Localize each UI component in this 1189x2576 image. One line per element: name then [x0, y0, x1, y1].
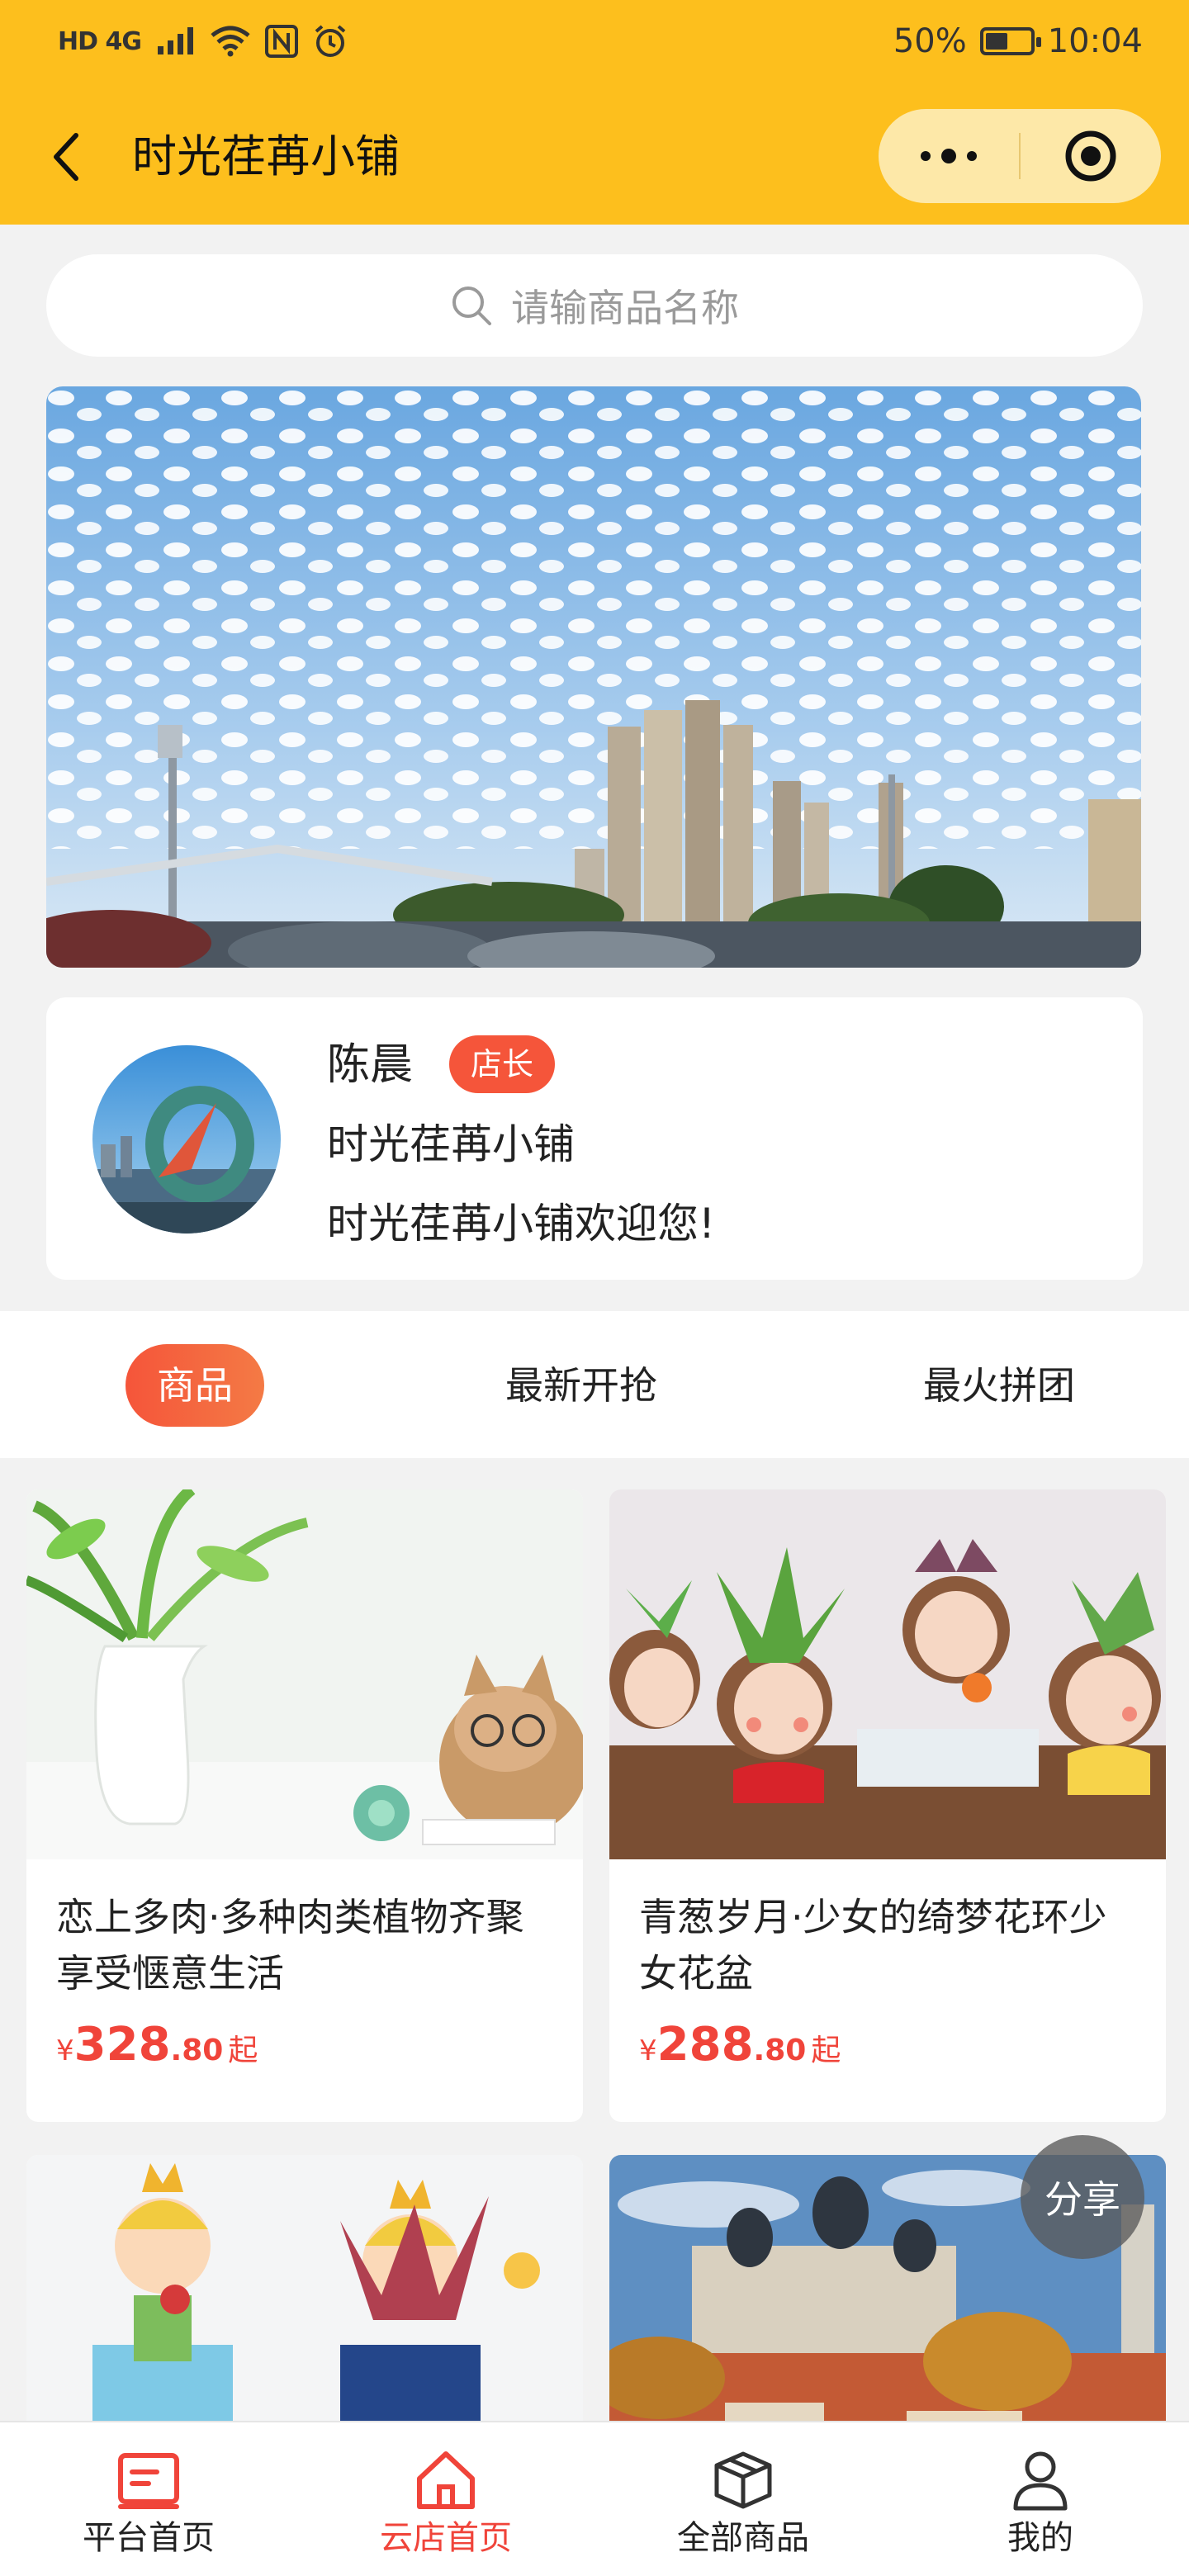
- user-icon: [1013, 2451, 1068, 2511]
- price-suffix: 起: [228, 2034, 258, 2067]
- product-price: ¥288.80 起: [639, 2018, 841, 2072]
- more-menu-button[interactable]: [879, 109, 1019, 203]
- wifi-icon: [211, 26, 250, 57]
- search-input[interactable]: 请输商品名称: [46, 254, 1143, 357]
- status-left: HD 4G: [58, 24, 348, 59]
- product-name: 青葱岁月·少女的绮梦花环少女花盆: [639, 1895, 1107, 1996]
- nfc-icon: [264, 25, 298, 58]
- price-decimal: .80: [170, 2034, 224, 2067]
- battery-percent: 50%: [893, 22, 967, 60]
- tab-hottest-group[interactable]: 最火拼团: [923, 1344, 1075, 1427]
- price-integer: 288: [656, 2018, 754, 2072]
- shop-welcome-text: 时光荏苒小铺欢迎您!: [327, 1200, 716, 1248]
- search-icon: [452, 286, 491, 325]
- more-dots-icon: [921, 149, 977, 163]
- price-currency: ¥: [56, 2034, 74, 2067]
- product-image-succulent-cat: [26, 1489, 583, 1859]
- tab-latest[interactable]: 最新开抢: [505, 1344, 657, 1427]
- price-currency: ¥: [639, 2034, 657, 2067]
- status-right: 50% 10:04: [893, 22, 1143, 60]
- nav-all-products[interactable]: 全部商品: [594, 2422, 892, 2576]
- shop-name: 时光荏苒小铺: [327, 1120, 575, 1168]
- product-tabs: 商品 最新开抢 最火拼团: [0, 1311, 1189, 1458]
- target-circle-icon: [1065, 130, 1116, 182]
- chevron-left-icon: [54, 133, 78, 181]
- price-integer: 328: [73, 2018, 171, 2072]
- banner-image[interactable]: [46, 386, 1141, 968]
- avatar-sculpture-image: [92, 1045, 281, 1234]
- battery-icon: [979, 27, 1041, 55]
- nav-store-home[interactable]: 云店首页: [297, 2422, 594, 2576]
- close-mini-program-button[interactable]: [1021, 109, 1161, 203]
- page-title: 时光荏苒小铺: [132, 130, 400, 182]
- box-icon: [714, 2451, 772, 2509]
- tab-products[interactable]: 商品: [126, 1344, 264, 1427]
- platform-home-icon: [118, 2453, 179, 2509]
- banner-sky-city-image: [46, 386, 1141, 968]
- search-placeholder: 请输商品名称: [511, 286, 739, 330]
- status-bar: HD 4G 50% 10:04: [0, 0, 1189, 83]
- owner-name: 陈晨: [327, 1040, 414, 1090]
- nav-label: 全部商品: [677, 2519, 809, 2557]
- mini-program-capsule: [879, 109, 1161, 203]
- product-image-girl-planters: [609, 1489, 1166, 1859]
- avatar[interactable]: [92, 1045, 281, 1234]
- product-name: 恋上多肉·多种肉类植物齐聚享受惬意生活: [56, 1895, 524, 1996]
- price-decimal: .80: [753, 2034, 807, 2067]
- share-button[interactable]: 分享: [1021, 2135, 1144, 2259]
- alarm-icon: [315, 25, 346, 57]
- product-card[interactable]: 青葱岁月·少女的绮梦花环少女花盆 ¥288.80 起: [609, 1489, 1166, 2122]
- nav-label: 平台首页: [83, 2519, 215, 2557]
- back-button[interactable]: [41, 124, 91, 190]
- owner-badge: 店长: [449, 1035, 556, 1093]
- clock: 10:04: [1047, 22, 1143, 60]
- signal-icon: [157, 27, 193, 54]
- top-bar: HD 4G 50% 10:04 时光荏苒小铺: [0, 0, 1189, 225]
- shop-info-card: 陈晨 店长 时光荏苒小铺 时光荏苒小铺欢迎您!: [46, 997, 1143, 1280]
- nav-label: 云店首页: [380, 2519, 512, 2557]
- product-card[interactable]: 恋上多肉·多种肉类植物齐聚享受惬意生活 ¥328.80 起: [26, 1489, 583, 2122]
- price-suffix: 起: [811, 2034, 841, 2067]
- nav-label: 我的: [1007, 2519, 1073, 2557]
- home-icon: [417, 2451, 475, 2509]
- bottom-nav: 平台首页 云店首页 全部商品 我的: [0, 2421, 1189, 2576]
- nav-mine[interactable]: 我的: [892, 2422, 1189, 2576]
- nav-platform-home[interactable]: 平台首页: [0, 2422, 297, 2576]
- network-indicator: HD 4G: [58, 26, 142, 56]
- title-bar: 时光荏苒小铺: [0, 99, 1189, 215]
- product-price: ¥328.80 起: [56, 2018, 258, 2072]
